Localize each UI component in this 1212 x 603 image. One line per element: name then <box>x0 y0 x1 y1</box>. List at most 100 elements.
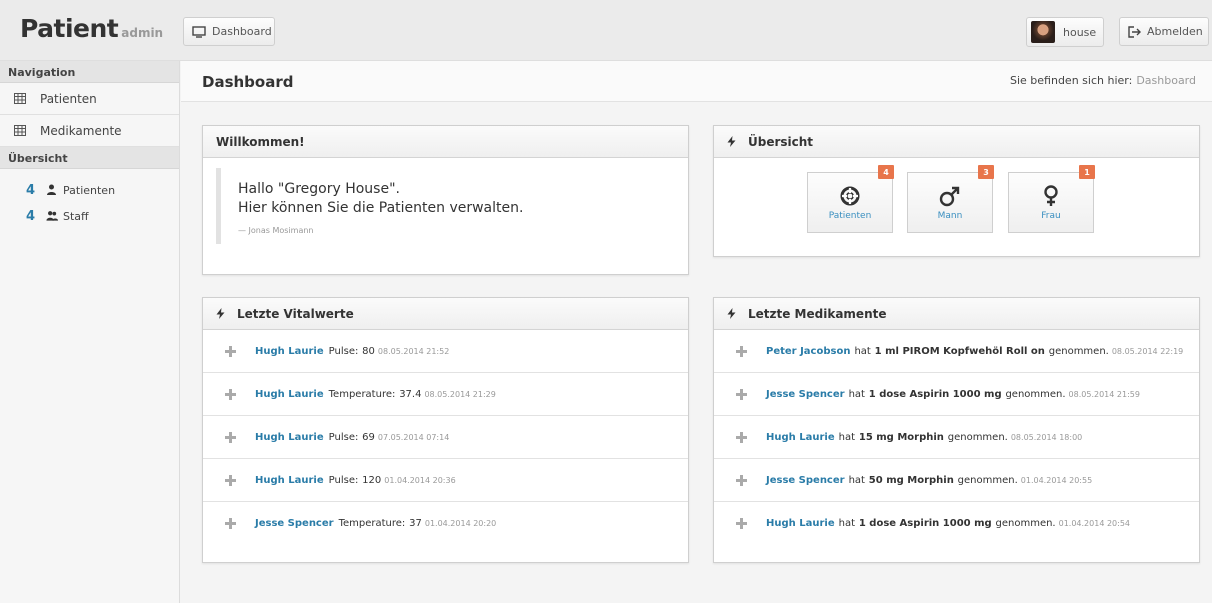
overview-panel-header: Übersicht <box>714 126 1199 158</box>
vital-date: 08.05.2014 21:29 <box>424 389 496 399</box>
plus-icon[interactable] <box>735 431 748 444</box>
bolt-icon <box>727 136 736 147</box>
med-verb: hat <box>854 345 871 357</box>
welcome-quote: Hallo "Gregory House". Hier können Sie d… <box>216 168 688 244</box>
welcome-panel: Willkommen! Hallo "Gregory House". Hier … <box>202 125 689 275</box>
logout-button-label: Abmelden <box>1147 25 1203 38</box>
sidebar-item-medikamente[interactable]: Medikamente <box>0 115 179 147</box>
tile-badge: 3 <box>978 165 994 179</box>
sidebar: Navigation Patienten Medikamente Übersic… <box>0 61 180 603</box>
medications-panel-title: Letzte Medikamente <box>748 306 887 321</box>
patient-link[interactable]: Jesse Spencer <box>766 475 845 486</box>
vital-value: 37 <box>409 518 422 529</box>
med-date: 01.04.2014 20:55 <box>1020 475 1093 485</box>
welcome-source: — Jonas Mosimann <box>238 226 314 235</box>
plus-icon[interactable] <box>224 431 237 444</box>
user-name: house <box>1063 25 1097 39</box>
vital-label: Temperature: <box>328 388 396 400</box>
med-drug: 1 dose Aspirin 1000 mg <box>858 518 992 529</box>
main-header: Dashboard Sie befinden sich hier: Dashboa… <box>181 61 1212 102</box>
patient-link[interactable]: Hugh Laurie <box>255 475 324 486</box>
tile-badge: 1 <box>1079 165 1095 179</box>
patient-link[interactable]: Hugh Laurie <box>255 389 324 400</box>
vital-value: 37.4 <box>399 388 422 400</box>
med-verb: hat <box>838 431 856 443</box>
patient-link[interactable]: Jesse Spencer <box>255 518 334 529</box>
med-suffix: genommen. <box>947 431 1008 443</box>
logout-button[interactable]: Abmelden <box>1119 17 1209 46</box>
list-item: Jesse Spencer Temperature: 37 01.04.2014… <box>203 502 688 545</box>
plus-icon[interactable] <box>224 517 237 530</box>
med-suffix: genommen. <box>1005 388 1066 400</box>
patient-link[interactable]: Peter Jacobson <box>766 346 850 357</box>
vital-label: Temperature: <box>338 518 406 529</box>
med-drug: 15 mg Morphin <box>858 431 944 443</box>
overview-panel-title: Übersicht <box>748 134 814 149</box>
user-icon <box>46 184 58 196</box>
medications-panel: Letzte Medikamente Peter Jacobson hat 1 … <box>713 297 1200 563</box>
list-item: Jesse Spencer hat 50 mg Morphin genommen… <box>714 459 1199 502</box>
med-verb: hat <box>838 518 856 529</box>
stat-patienten[interactable]: 4 Patienten <box>0 177 179 203</box>
vital-date: 01.04.2014 20:20 <box>424 519 497 528</box>
monitor-icon <box>192 25 206 38</box>
list-item: Hugh Laurie Pulse: 120 01.04.2014 20:36 <box>203 459 688 502</box>
brand[interactable]: Patient admin <box>0 0 180 61</box>
vital-label: Pulse: <box>328 474 359 486</box>
app-subtitle: admin <box>121 26 164 40</box>
breadcrumb-prefix: Sie befinden sich hier: <box>1010 74 1133 87</box>
bolt-icon <box>727 308 736 319</box>
welcome-panel-title: Willkommen! <box>203 126 688 158</box>
med-verb: hat <box>848 388 865 400</box>
lifebuoy-icon <box>840 185 860 207</box>
breadcrumb-current[interactable]: Dashboard <box>1136 74 1196 87</box>
list-item: Hugh Laurie hat 1 dose Aspirin 1000 mg g… <box>714 502 1199 545</box>
vitals-panel-title: Letzte Vitalwerte <box>237 306 354 321</box>
user-button[interactable]: house <box>1026 17 1104 47</box>
stat-count: 4 <box>26 182 36 198</box>
table-icon <box>14 124 26 137</box>
app-title: Patient <box>20 14 119 43</box>
vital-value: 80 <box>362 345 375 357</box>
list-item: Peter Jacobson hat 1 ml PIROM Kopfwehöl … <box>714 330 1199 373</box>
plus-icon[interactable] <box>224 474 237 487</box>
vital-label: Pulse: <box>328 345 359 357</box>
plus-icon[interactable] <box>224 345 237 358</box>
stat-staff[interactable]: 4 Staff <box>0 203 179 229</box>
vitals-list: Hugh Laurie Pulse: 80 08.05.2014 21:52 H… <box>203 330 688 545</box>
plus-icon[interactable] <box>735 345 748 358</box>
sidebar-item-label: Patienten <box>40 91 97 106</box>
plus-icon[interactable] <box>735 388 748 401</box>
med-date: 08.05.2014 21:59 <box>1068 389 1140 399</box>
patient-link[interactable]: Hugh Laurie <box>255 432 324 443</box>
stat-label: Patienten <box>63 183 116 197</box>
stat-label: Staff <box>63 209 89 223</box>
list-item: Hugh Laurie Temperature: 37.4 08.05.2014… <box>203 373 688 416</box>
tile-mann[interactable]: 3 Mann <box>907 165 994 233</box>
list-item: Hugh Laurie hat 15 mg Morphin genommen. … <box>714 416 1199 459</box>
med-suffix: genommen. <box>957 474 1018 486</box>
sidebar-nav-heading: Navigation <box>0 61 179 83</box>
plus-icon[interactable] <box>735 474 748 487</box>
tile-patienten[interactable]: 4 Patienten <box>807 165 894 233</box>
table-icon <box>14 92 26 105</box>
overview-panel: Übersicht 4 Patienten 3 Mann 1 Frau <box>713 125 1200 257</box>
patient-link[interactable]: Jesse Spencer <box>766 389 845 400</box>
female-icon <box>1043 184 1059 207</box>
list-item: Hugh Laurie Pulse: 69 07.05.2014 07:14 <box>203 416 688 459</box>
medications-list: Peter Jacobson hat 1 ml PIROM Kopfwehöl … <box>714 330 1199 545</box>
patient-link[interactable]: Hugh Laurie <box>255 346 324 357</box>
patient-link[interactable]: Hugh Laurie <box>766 432 835 443</box>
bolt-icon <box>216 308 225 319</box>
plus-icon[interactable] <box>224 388 237 401</box>
users-icon <box>46 210 58 222</box>
tile-frau[interactable]: 1 Frau <box>1008 165 1095 233</box>
med-drug: 50 mg Morphin <box>868 474 954 486</box>
patient-link[interactable]: Hugh Laurie <box>766 518 835 529</box>
sidebar-item-label: Medikamente <box>40 123 122 138</box>
plus-icon[interactable] <box>735 517 748 530</box>
dashboard-button[interactable]: Dashboard <box>183 17 275 46</box>
sidebar-item-patienten[interactable]: Patienten <box>0 83 179 115</box>
page-title: Dashboard <box>202 73 294 91</box>
tile-badge: 4 <box>878 165 894 179</box>
